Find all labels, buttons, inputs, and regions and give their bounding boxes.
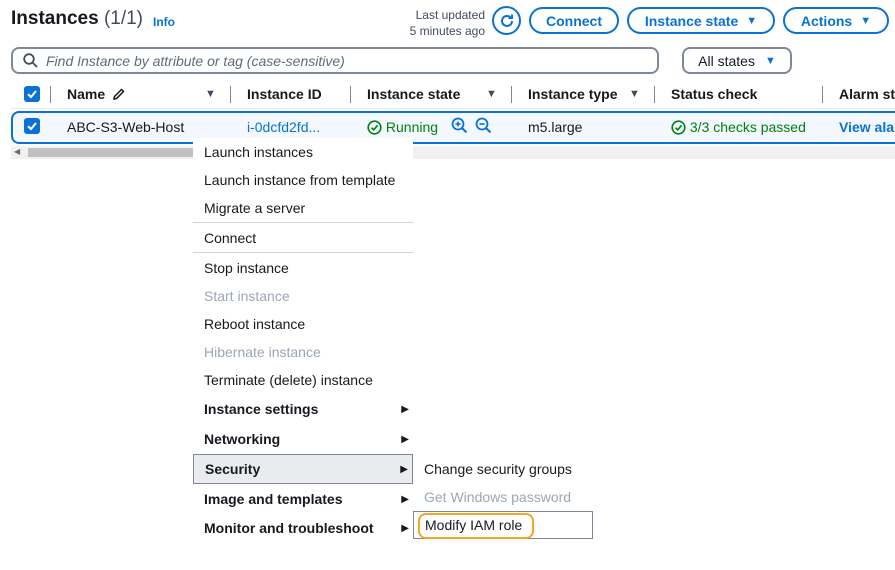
- menu-item-hibernate-instance: Hibernate instance: [204, 344, 321, 360]
- zoom-out-icon: [475, 117, 492, 134]
- menu-item-monitor-and-troubleshoot[interactable]: Monitor and troubleshoot ▶: [193, 514, 413, 542]
- instance-id-link[interactable]: i-0dcfd2fd...: [247, 119, 320, 135]
- refresh-button[interactable]: [492, 6, 521, 35]
- caret-down-icon: ▼: [860, 14, 872, 27]
- menu-item-label: Security: [205, 461, 261, 477]
- search-field[interactable]: [11, 47, 659, 74]
- submenu-item-change-security-groups[interactable]: Change security groups: [413, 455, 593, 483]
- checkbox-checked-icon: [27, 90, 37, 99]
- connect-button-label: Connect: [546, 12, 602, 29]
- submenu-arrow-icon: ▶: [401, 433, 409, 445]
- sort-caret-icon[interactable]: ▼: [205, 88, 216, 100]
- actions-menu: Launch instances Launch instance from te…: [193, 138, 413, 542]
- state-filter-value: All states: [698, 52, 755, 69]
- menu-item-image-and-templates[interactable]: Image and templates ▶: [193, 485, 413, 513]
- menu-item-migrate-server[interactable]: Migrate a server: [193, 194, 413, 222]
- state-filter-select[interactable]: All states ▼: [682, 47, 792, 74]
- view-alarms-link[interactable]: View ala: [839, 119, 894, 135]
- menu-divider: [193, 252, 413, 253]
- column-separator: [654, 86, 655, 103]
- submenu-arrow-icon: ▶: [401, 493, 409, 505]
- menu-item-connect[interactable]: Connect: [193, 224, 413, 252]
- menu-item-label: Monitor and troubleshoot: [204, 520, 374, 536]
- status-check-text: 3/3 checks passed: [689, 119, 806, 135]
- column-header-name[interactable]: Name: [67, 86, 126, 102]
- menu-item-stop-instance[interactable]: Stop instance: [193, 254, 413, 282]
- last-updated-value: 5 minutes ago: [409, 24, 485, 38]
- instance-state-button-label: Instance state: [644, 12, 739, 29]
- refresh-icon: [500, 14, 513, 27]
- menu-item-launch-from-template[interactable]: Launch instance from template: [193, 166, 413, 194]
- search-icon: [23, 53, 38, 68]
- sort-caret-icon[interactable]: ▼: [629, 88, 640, 100]
- actions-button[interactable]: Actions ▼: [783, 7, 889, 34]
- connect-button[interactable]: Connect: [529, 7, 619, 34]
- checkbox-checked-icon: [27, 122, 37, 131]
- pencil-icon: [113, 88, 125, 100]
- menu-item-label: Instance settings: [204, 401, 319, 417]
- select-all-checkbox[interactable]: [24, 86, 40, 102]
- check-circle-icon: [671, 120, 686, 135]
- column-header-status-check[interactable]: Status check: [671, 86, 757, 102]
- highlight-ring: [418, 513, 534, 539]
- scroll-thumb[interactable]: [28, 148, 203, 157]
- instance-state-button[interactable]: Instance state ▼: [627, 7, 775, 34]
- column-header-instance-type[interactable]: Instance type: [528, 86, 617, 102]
- column-header-name-label: Name: [67, 86, 106, 102]
- column-separator: [50, 86, 51, 103]
- column-header-instance-state[interactable]: Instance state: [367, 86, 460, 102]
- zoom-in-icon: [451, 117, 468, 134]
- column-separator: [822, 86, 823, 103]
- submenu-arrow-icon: ▶: [401, 403, 409, 415]
- row-checkbox[interactable]: [24, 118, 40, 134]
- caret-down-icon: ▼: [746, 14, 758, 27]
- menu-item-terminate-instance[interactable]: Terminate (delete) instance: [193, 366, 413, 394]
- page-title-text: Instances: [11, 8, 99, 29]
- menu-item-instance-settings[interactable]: Instance settings ▶: [193, 395, 413, 423]
- instance-count: (1/1): [103, 8, 144, 29]
- instance-state-text: Running: [385, 119, 439, 135]
- menu-divider: [193, 222, 413, 223]
- status-check: 3/3 checks passed: [671, 119, 806, 135]
- instance-state-status: Running: [367, 119, 438, 135]
- menu-item-label: Image and templates: [204, 491, 343, 507]
- menu-item-security[interactable]: Security ▶: [193, 454, 413, 484]
- last-updated-label: Last updated: [415, 8, 485, 22]
- scroll-left-icon[interactable]: ◀: [14, 147, 20, 156]
- menu-item-launch-instances[interactable]: Launch instances: [193, 138, 413, 166]
- last-updated: Last updated 5 minutes ago: [395, 7, 485, 39]
- instance-type: m5.large: [528, 119, 583, 135]
- menu-item-label: Networking: [204, 431, 281, 447]
- sort-caret-icon[interactable]: ▼: [486, 88, 497, 100]
- menu-item-networking[interactable]: Networking ▶: [193, 425, 413, 453]
- submenu-arrow-icon: ▶: [400, 463, 408, 475]
- caret-down-icon: ▼: [764, 54, 776, 67]
- instance-name: ABC-S3-Web-Host: [67, 119, 185, 135]
- check-circle-icon: [367, 120, 382, 135]
- actions-button-label: Actions: [800, 12, 853, 29]
- column-header-instance-id[interactable]: Instance ID: [247, 86, 322, 102]
- search-input[interactable]: [46, 52, 626, 69]
- column-separator: [511, 86, 512, 103]
- page-title: Instances (1/1): [11, 8, 143, 30]
- column-header-alarm-status[interactable]: Alarm st: [839, 86, 895, 102]
- header-divider: [11, 108, 895, 109]
- submenu-item-get-windows-password: Get Windows password: [424, 489, 572, 505]
- menu-item-reboot-instance[interactable]: Reboot instance: [193, 310, 413, 338]
- menu-item-start-instance: Start instance: [204, 288, 290, 304]
- zoom-in-button[interactable]: [451, 117, 468, 137]
- zoom-out-button[interactable]: [475, 117, 492, 137]
- info-link[interactable]: Info: [153, 15, 175, 29]
- horizontal-scrollbar[interactable]: ◀: [11, 146, 895, 159]
- column-separator: [230, 86, 231, 103]
- submenu-arrow-icon: ▶: [401, 522, 409, 534]
- column-separator: [350, 86, 351, 103]
